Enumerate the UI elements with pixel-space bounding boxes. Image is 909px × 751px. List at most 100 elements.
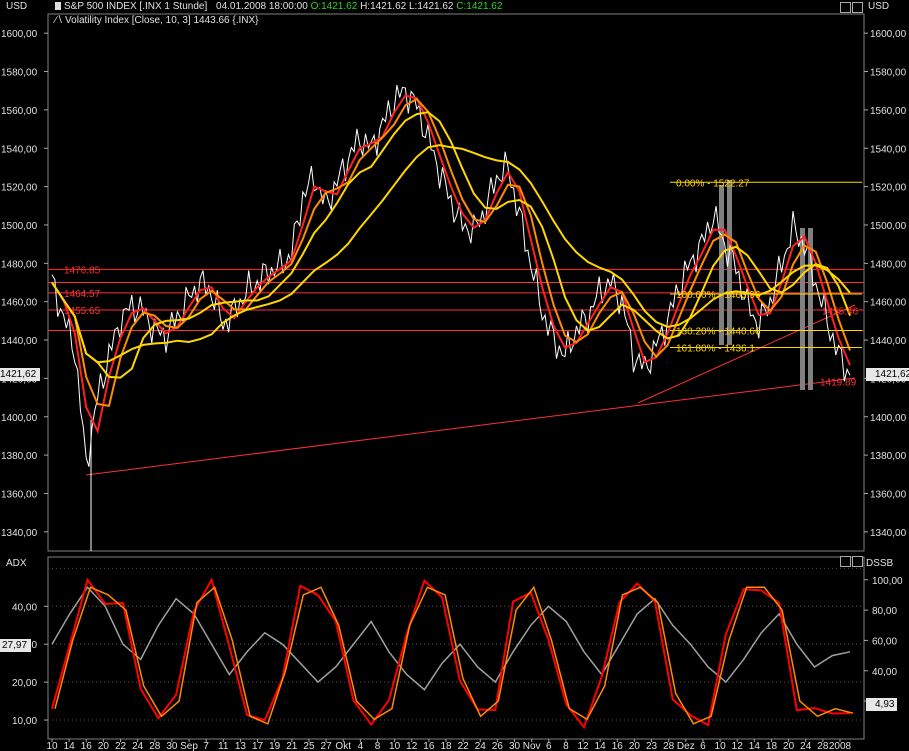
y-tick-label: 1540,00 (870, 144, 907, 155)
x-tick-label: 24 (800, 741, 812, 751)
adx-axis: 10,0020,0030,0040,00 (12, 602, 48, 727)
x-tick-label: 12 (732, 741, 744, 751)
adx-tick-label: 10,00 (12, 716, 37, 727)
x-tick-label: 14 (595, 741, 607, 751)
x-tick-label: 10 (46, 741, 58, 751)
x-tick-label: 24 (132, 741, 144, 751)
chart-canvas: 1476.851464.571455.65 0.00% - 1522.27100… (1, 13, 907, 751)
y-tick-label: 1480,00 (870, 259, 907, 270)
x-tick-label: 19 (269, 741, 281, 751)
y-tick-label: 1520,00 (870, 183, 907, 194)
x-tick-label: 18 (440, 741, 452, 751)
x-tick-label: 28 (817, 741, 829, 751)
adx-tick-label: 20,00 (12, 678, 37, 689)
x-tick-label: Dez (677, 741, 695, 751)
x-tick-label: Sep (180, 741, 198, 751)
x-tick-label: 16 (81, 741, 93, 751)
y-tick-label: 1600,00 (870, 29, 907, 40)
support-line-label: 1464.57 (64, 289, 101, 300)
x-tick-label: 25 (303, 741, 315, 751)
dssb-tick-label: 100,00 (872, 576, 903, 587)
panel-minimize-button[interactable] (840, 556, 851, 567)
y-tick-label: 1580,00 (1, 68, 38, 79)
y-tick-label: 1360,00 (870, 489, 907, 500)
series-icon (55, 2, 61, 10)
x-tick-label: 28 (663, 741, 675, 751)
minimize-button[interactable] (840, 2, 851, 13)
y-tick-label: 1340,00 (1, 528, 38, 539)
y-tick-label: 1500,00 (1, 221, 38, 232)
price-annotation: 1455.46 (822, 306, 859, 317)
x-tick-label: 30 (166, 741, 178, 751)
dssb-tick-label: 80,00 (872, 606, 897, 617)
price-tag-left: 1421,62 (0, 368, 41, 381)
adx-label: ADX (6, 558, 27, 569)
symbol-title: S&P 500 INDEX [.INX 1 Stunde] 04.01.2008… (55, 1, 502, 12)
x-tick-label: 12 (406, 741, 418, 751)
close-button[interactable] (852, 2, 863, 13)
y-tick-label: 1520,00 (1, 183, 38, 194)
ohlc-low: L:1421.62 (409, 1, 454, 12)
indicator-title: ∕∖ Volatility Index [Close, 10, 3] 1443.6… (55, 15, 259, 26)
y-tick-label: 1440,00 (1, 336, 38, 347)
fib-level-label: 100.00% - 1463.96 (676, 290, 761, 301)
x-tick-label: 23 (646, 741, 658, 751)
x-tick-label: 28 (149, 741, 161, 751)
ohlc-open: O:1421.62 (310, 1, 358, 12)
gray-marker (719, 185, 724, 345)
x-tick-label: 6 (700, 741, 706, 751)
x-tick-label: Okt (335, 741, 351, 751)
x-tick-label: 26 (492, 741, 504, 751)
x-tick-label: 20 (629, 741, 641, 751)
y-tick-label: 1500,00 (870, 221, 907, 232)
dssb-tick-label: 40,00 (872, 667, 897, 678)
x-tick-label: 10 (715, 741, 727, 751)
y-tick-label: 1600,00 (1, 29, 38, 40)
dssb-tick-label: 60,00 (872, 636, 897, 647)
x-tick-label: 2008 (829, 741, 852, 751)
x-tick-label: 22 (115, 741, 127, 751)
dssb-label: DSSB (866, 558, 894, 569)
long-trend-line (85, 377, 856, 476)
trend-lines (85, 304, 856, 551)
x-tick-label: 22 (458, 741, 470, 751)
x-tick-label: 20 (98, 741, 110, 751)
indicator-series (51, 577, 854, 730)
dssb-axis: 20,0040,0060,0080,00100,00 (864, 576, 903, 708)
support-line-label: 1476.85 (64, 265, 101, 276)
ohlc-high: H:1421.62 (360, 1, 407, 12)
chart-window: 1476.85 1464.57 1455.65 0.00% - 1522.27 100… (0, 0, 909, 751)
x-tick-label: 18 (766, 741, 778, 751)
price-axis-left: 1340,001360,001380,001400,001420,001440,… (1, 29, 48, 539)
x-tick-label: 8 (375, 741, 381, 751)
x-tick-label: 20 (783, 741, 795, 751)
volume-markers (719, 180, 813, 390)
y-tick-label: 1440,00 (870, 336, 907, 347)
x-tick-label: 16 (423, 741, 435, 751)
panel-close-button[interactable] (852, 556, 863, 567)
y-tick-label: 1560,00 (1, 106, 38, 117)
x-tick-label: 30 (509, 741, 521, 751)
y-tick-label: 1380,00 (1, 451, 38, 462)
currency-left-label: USD (6, 1, 28, 12)
ohlc-close: C:1421.62 (456, 1, 503, 12)
fib-level-label: 0.00% - 1522.27 (676, 178, 750, 189)
x-tick-label: 14 (749, 741, 761, 751)
y-tick-label: 1360,00 (1, 489, 38, 500)
y-tick-label: 1400,00 (1, 413, 38, 424)
x-tick-label: 11 (218, 741, 229, 751)
currency-right-label: USD (868, 1, 890, 12)
x-tick-label: 6 (546, 741, 552, 751)
adx-tick-label: 40,00 (12, 602, 37, 613)
y-tick-label: 1460,00 (870, 298, 907, 309)
x-tick-label: 13 (235, 741, 247, 751)
x-tick-label: 14 (64, 741, 76, 751)
x-tick-label: 17 (252, 741, 264, 751)
y-tick-label: 1400,00 (870, 413, 907, 424)
x-tick-label: 12 (577, 741, 589, 751)
x-tick-label: 24 (475, 741, 487, 751)
x-tick-label: 27 (321, 741, 333, 751)
y-tick-label: 1540,00 (1, 144, 38, 155)
fib-level-label: 130.20% - 1440.66 (676, 326, 761, 337)
x-tick-label: 21 (286, 741, 298, 751)
